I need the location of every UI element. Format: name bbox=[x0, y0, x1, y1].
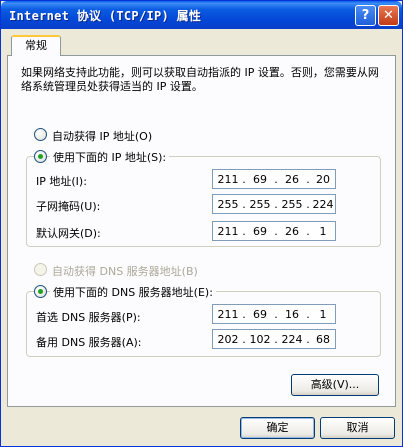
dns-auto-label[interactable]: 自动获得 DNS 服务器地址(B) bbox=[52, 263, 198, 279]
subnet-mask-field[interactable]: 255 . 255 . 255 . 224 bbox=[212, 194, 336, 214]
alternate-dns-octet-4: 68 bbox=[316, 333, 330, 346]
alternate-dns-octet-3: 224 bbox=[281, 333, 303, 346]
ip-manual-radio[interactable] bbox=[34, 150, 47, 163]
cancel-button[interactable]: 取消 bbox=[320, 417, 395, 439]
dns-manual-label[interactable]: 使用下面的 DNS 服务器地址(E): bbox=[50, 284, 216, 300]
preferred-dns-octet-3: 16 bbox=[285, 308, 299, 321]
ip-address-label: IP 地址(I): bbox=[36, 175, 87, 188]
subnet-mask-octet-3: 255 bbox=[281, 198, 303, 211]
title-bar[interactable]: Internet 协议 (TCP/IP) 属性 ? ✕ bbox=[1, 1, 402, 29]
default-gateway-label: 默认网关(D): bbox=[36, 227, 101, 240]
gateway-octet-3: 26 bbox=[285, 225, 299, 238]
dns-manual-radio[interactable] bbox=[34, 285, 47, 298]
subnet-mask-label: 子网掩码(U): bbox=[36, 200, 101, 213]
preferred-dns-octet-2: 69 bbox=[253, 308, 267, 321]
tcpip-properties-dialog: Internet 协议 (TCP/IP) 属性 ? ✕ 常规 如果网络支持此功能… bbox=[0, 0, 403, 447]
ip-address-field[interactable]: 211 . 69 . 26 . 20 bbox=[212, 169, 336, 189]
gateway-octet-2: 69 bbox=[253, 225, 267, 238]
window-title: Internet 协议 (TCP/IP) 属性 bbox=[9, 9, 202, 23]
tab-general[interactable]: 常规 bbox=[11, 35, 61, 56]
subnet-mask-octet-2: 255 bbox=[249, 198, 271, 211]
alternate-dns-octet-1: 202 bbox=[217, 333, 239, 346]
default-gateway-field[interactable]: 211 . 69 . 26 . 1 bbox=[212, 221, 336, 241]
help-button[interactable]: ? bbox=[355, 5, 376, 26]
ip-address-octet-2: 69 bbox=[253, 173, 267, 186]
preferred-dns-field[interactable]: 211 . 69 . 16 . 1 bbox=[212, 304, 336, 324]
ip-auto-label[interactable]: 自动获得 IP 地址(O) bbox=[52, 128, 152, 144]
ok-button[interactable]: 确定 bbox=[240, 417, 315, 439]
gateway-octet-4: 1 bbox=[319, 225, 327, 238]
advanced-button[interactable]: 高级(V)... bbox=[291, 374, 379, 396]
preferred-dns-octet-1: 211 bbox=[217, 308, 239, 321]
description-text: 如果网络支持此功能，则可以获取自动指派的 IP 设置。否则，您需要从网络系统管理… bbox=[21, 66, 379, 93]
ip-address-octet-3: 26 bbox=[285, 173, 299, 186]
alternate-dns-octet-2: 102 bbox=[249, 333, 271, 346]
close-button[interactable]: ✕ bbox=[378, 5, 399, 26]
ip-address-octet-4: 20 bbox=[316, 173, 330, 186]
ip-manual-label[interactable]: 使用下面的 IP 地址(S): bbox=[50, 149, 170, 165]
ip-address-octet-1: 211 bbox=[217, 173, 239, 186]
dns-auto-radio[interactable] bbox=[34, 263, 47, 276]
preferred-dns-octet-4: 1 bbox=[319, 308, 327, 321]
subnet-mask-octet-1: 255 bbox=[217, 198, 239, 211]
gateway-octet-1: 211 bbox=[217, 225, 239, 238]
ip-auto-radio[interactable] bbox=[34, 128, 47, 141]
alternate-dns-label: 备用 DNS 服务器(A): bbox=[36, 336, 142, 349]
preferred-dns-label: 首选 DNS 服务器(P): bbox=[36, 311, 141, 324]
subnet-mask-octet-4: 224 bbox=[312, 198, 334, 211]
alternate-dns-field[interactable]: 202 . 102 . 224 . 68 bbox=[212, 329, 336, 349]
